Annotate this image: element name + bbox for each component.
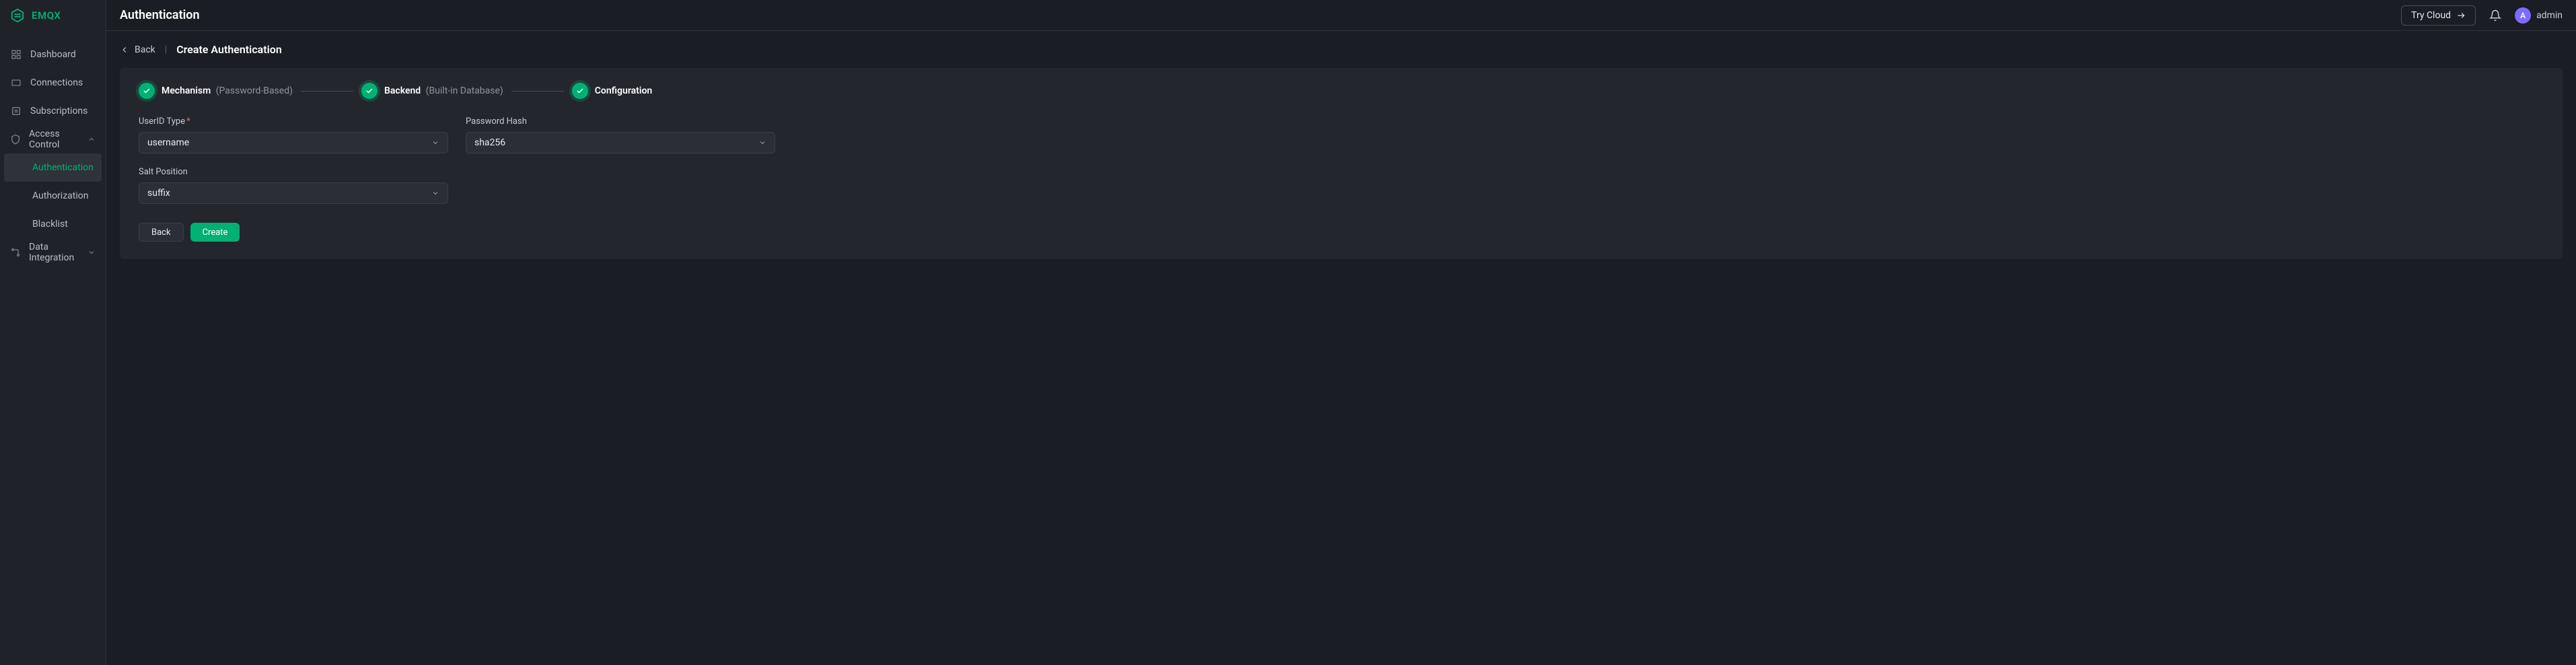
- select-value: sha256: [474, 137, 505, 148]
- check-icon: [139, 83, 155, 99]
- breadcrumb-separator: |: [165, 44, 167, 55]
- chevron-left-icon: [120, 45, 129, 55]
- shield-icon: [10, 133, 21, 145]
- connections-icon: [10, 77, 22, 89]
- brand-name: EMQX: [32, 9, 61, 22]
- back-link[interactable]: Back: [120, 44, 155, 55]
- sidebar-item-access-control[interactable]: Access Control: [0, 125, 106, 153]
- sidebar-item-blacklist[interactable]: Blacklist: [4, 210, 102, 238]
- field-label: UserID Type*: [139, 116, 448, 127]
- breadcrumb-title: Create Authentication: [176, 43, 282, 56]
- back-label: Back: [135, 44, 155, 55]
- required-marker: *: [186, 116, 190, 127]
- sidebar-item-authentication[interactable]: Authentication: [4, 153, 102, 182]
- form: UserID Type* username Password Hash sha: [139, 116, 2544, 204]
- main: Authentication Try Cloud A admin: [106, 0, 2576, 665]
- check-icon: [361, 83, 378, 99]
- user-menu[interactable]: A admin: [2515, 7, 2563, 24]
- step-label: Mechanism (Password-Based): [162, 85, 293, 96]
- try-cloud-label: Try Cloud: [2411, 10, 2451, 21]
- step-connector: [301, 91, 353, 92]
- sidebar-item-label: Authorization: [32, 190, 88, 201]
- field-salt-position: Salt Position suffix: [139, 167, 448, 204]
- step-backend[interactable]: Backend (Built-in Database): [361, 83, 503, 99]
- sidebar-item-authorization[interactable]: Authorization: [4, 182, 102, 210]
- step-label: Backend (Built-in Database): [384, 85, 503, 96]
- sidebar-item-data-integration[interactable]: Data Integration: [0, 238, 106, 267]
- brand-icon: [10, 8, 25, 23]
- arrow-right-icon: [2456, 11, 2466, 20]
- salt-position-select[interactable]: suffix: [139, 182, 448, 204]
- sidebar-item-label: Connections: [30, 77, 83, 88]
- step-configuration[interactable]: Configuration: [572, 83, 652, 99]
- subscriptions-icon: [10, 105, 22, 117]
- chevron-up-icon: [87, 135, 96, 143]
- try-cloud-button[interactable]: Try Cloud: [2401, 5, 2476, 26]
- chevron-down-icon: [758, 139, 766, 147]
- content: Back | Create Authentication Mechanism (…: [106, 31, 2576, 271]
- chevron-down-icon: [431, 189, 439, 197]
- topbar: Authentication Try Cloud A admin: [106, 0, 2576, 31]
- breadcrumb: Back | Create Authentication: [120, 43, 2563, 56]
- select-value: username: [147, 137, 189, 148]
- sidebar-item-label: Authentication: [32, 162, 94, 173]
- sidebar-item-connections[interactable]: Connections: [0, 69, 106, 97]
- nav: Dashboard Connections Subscriptions Acce…: [0, 31, 106, 267]
- sidebar-item-label: Access Control: [29, 129, 79, 150]
- avatar: A: [2515, 7, 2531, 24]
- sidebar-item-label: Data Integration: [29, 242, 79, 263]
- field-label: Salt Position: [139, 167, 448, 177]
- field-label: Password Hash: [466, 116, 775, 127]
- config-card: Mechanism (Password-Based) Backend (Buil…: [120, 68, 2563, 259]
- field-userid-type: UserID Type* username: [139, 116, 448, 153]
- sidebar-item-label: Subscriptions: [30, 106, 87, 116]
- field-password-hash: Password Hash sha256: [466, 116, 775, 153]
- brand[interactable]: EMQX: [0, 0, 106, 31]
- step-mechanism[interactable]: Mechanism (Password-Based): [139, 83, 293, 99]
- integration-icon: [10, 246, 21, 258]
- form-actions: Back Create: [139, 223, 2544, 242]
- select-value: suffix: [147, 188, 170, 199]
- sidebar-item-label: Blacklist: [32, 219, 68, 230]
- back-button[interactable]: Back: [139, 223, 184, 242]
- stepper: Mechanism (Password-Based) Backend (Buil…: [139, 83, 2544, 99]
- password-hash-select[interactable]: sha256: [466, 132, 775, 153]
- user-name: admin: [2536, 10, 2563, 21]
- sidebar: EMQX Dashboard Connections Subscriptions: [0, 0, 106, 665]
- sidebar-item-subscriptions[interactable]: Subscriptions: [0, 97, 106, 125]
- dashboard-icon: [10, 48, 22, 61]
- check-icon: [572, 83, 588, 99]
- bell-icon[interactable]: [2489, 9, 2501, 22]
- userid-type-select[interactable]: username: [139, 132, 448, 153]
- create-button[interactable]: Create: [190, 223, 240, 242]
- step-connector: [511, 91, 564, 92]
- step-label: Configuration: [595, 85, 652, 96]
- sidebar-item-label: Dashboard: [30, 49, 76, 60]
- sidebar-item-dashboard[interactable]: Dashboard: [0, 40, 106, 69]
- chevron-down-icon: [87, 248, 96, 256]
- chevron-down-icon: [431, 139, 439, 147]
- page-title: Authentication: [120, 8, 200, 22]
